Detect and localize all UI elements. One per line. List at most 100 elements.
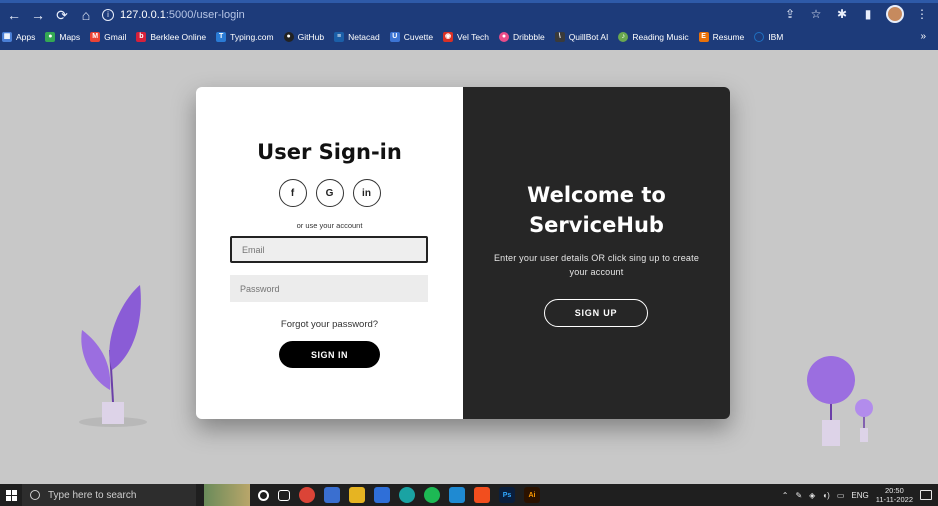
dribbble-icon: ●: [499, 32, 510, 42]
github-icon: ●: [283, 32, 294, 42]
sign-in-button[interactable]: SIGN IN: [279, 341, 380, 368]
browser-chrome: ← → ⟳ ⌂ i 127.0.0.1:5000/user-login ⇪ ☆ …: [0, 0, 938, 50]
taskbar-apps: Ps Ai: [258, 487, 540, 503]
vscode-icon[interactable]: [449, 487, 465, 503]
bookmark-label: Netacad: [348, 32, 380, 42]
figma-icon[interactable]: [474, 487, 490, 503]
resume-icon: E: [698, 32, 709, 42]
extensions-icon[interactable]: ✱: [834, 7, 850, 21]
use-account-text: or use your account: [296, 221, 363, 230]
bookmark-berklee[interactable]: b Berklee Online: [136, 32, 206, 42]
page-body: User Sign-in f G in or use your account …: [0, 50, 938, 484]
bookmark-reading-music[interactable]: ♪ Reading Music: [618, 32, 689, 42]
notification-icon[interactable]: [920, 490, 932, 500]
pen-icon[interactable]: ✎: [795, 491, 802, 500]
weather-widget-icon[interactable]: [204, 484, 250, 506]
social-login-group: f G in: [196, 179, 463, 207]
network-icon[interactable]: ◈: [809, 491, 815, 500]
bookmark-label: Vel Tech: [457, 32, 490, 42]
clock[interactable]: 20:50 11-11-2022: [876, 486, 913, 504]
signin-title: User Sign-in: [257, 140, 402, 164]
side-panel-icon[interactable]: ▮: [860, 7, 876, 21]
home-icon[interactable]: ⌂: [76, 5, 96, 25]
battery-icon[interactable]: ▭: [837, 491, 845, 500]
reading-music-icon: ♪: [618, 32, 629, 42]
berklee-icon: b: [136, 32, 147, 42]
quillbot-icon: \: [554, 32, 565, 42]
facebook-icon[interactable]: f: [278, 179, 307, 207]
bookmark-maps[interactable]: ● Maps: [45, 32, 80, 42]
linkedin-icon[interactable]: in: [352, 179, 381, 207]
bookmark-apps[interactable]: ▦ Apps: [2, 32, 35, 42]
password-field[interactable]: [230, 275, 428, 302]
bookmarks-bar: ▦ Apps ● Maps M Gmail b Berklee Online T Typi…: [0, 27, 938, 47]
typing-icon: T: [216, 32, 227, 42]
bookmark-netacad[interactable]: ≡ Netacad: [334, 32, 380, 42]
system-tray: ⌃ ✎ ◈ ◖) ▭ ENG 20:50 11-11-2022: [782, 484, 932, 506]
tray-overflow-icon[interactable]: ⌃: [782, 491, 789, 500]
bookmark-label: Maps: [59, 32, 81, 42]
share-icon[interactable]: ⇪: [782, 7, 798, 21]
bookmark-github[interactable]: ● GitHub: [283, 32, 324, 42]
photoshop-icon[interactable]: Ps: [499, 487, 515, 503]
url-host: 127.0.0.1: [120, 9, 166, 21]
menu-kebab-icon[interactable]: ⋮: [914, 7, 930, 21]
spotify-icon[interactable]: [424, 487, 440, 503]
bookmark-dribbble[interactable]: ● Dribbble: [499, 32, 545, 42]
taskbar-search-input[interactable]: Type here to search: [22, 484, 196, 506]
bookmark-typing[interactable]: T Typing.com: [216, 32, 274, 42]
browser-toolbar: ⇪ ☆ ✱ ▮ ⋮: [782, 5, 930, 23]
url-input[interactable]: i 127.0.0.1:5000/user-login: [102, 5, 802, 25]
back-icon[interactable]: ←: [4, 5, 24, 25]
bookmark-label: Typing.com: [230, 32, 274, 42]
bookmark-label: Cuvette: [403, 32, 434, 42]
sign-up-button[interactable]: SIGN UP: [544, 299, 648, 327]
store-icon[interactable]: [324, 487, 340, 503]
reload-icon[interactable]: ⟳: [52, 5, 72, 25]
bookmark-cuvette[interactable]: U Cuvette: [389, 32, 434, 42]
google-icon[interactable]: G: [315, 179, 344, 207]
forgot-password-link[interactable]: Forgot your password?: [196, 319, 463, 330]
chrome-icon[interactable]: [299, 487, 315, 503]
taskbar-search-placeholder: Type here to search: [48, 489, 137, 501]
netacad-icon: ≡: [334, 32, 345, 42]
plant-illustration-right: [807, 356, 873, 446]
bookmark-label: Dribbble: [513, 32, 545, 42]
volume-icon[interactable]: ◖): [822, 491, 830, 500]
plant-illustration-left: [79, 285, 147, 427]
signin-panel: User Sign-in f G in or use your account …: [196, 87, 463, 419]
windows-start-icon[interactable]: [0, 484, 22, 506]
bookmark-ibm[interactable]: IBM: [754, 32, 783, 42]
task-view-icon[interactable]: [278, 489, 290, 501]
edge-icon[interactable]: [399, 487, 415, 503]
bookmarks-overflow-icon[interactable]: »: [920, 27, 926, 47]
cortana-icon[interactable]: [258, 489, 269, 501]
bookmark-label: IBM: [768, 32, 784, 42]
file-explorer-icon[interactable]: [349, 487, 365, 503]
bookmark-resume[interactable]: E Resume: [698, 32, 745, 42]
welcome-line-1: Welcome to: [527, 183, 666, 207]
clock-time: 20:50: [884, 486, 904, 495]
mail-icon[interactable]: [374, 487, 390, 503]
bookmark-gmail[interactable]: M Gmail: [90, 32, 126, 42]
illustrator-icon[interactable]: Ai: [524, 487, 540, 503]
ibm-icon: [754, 32, 765, 42]
profile-avatar[interactable]: [886, 5, 904, 23]
clock-date: 11-11-2022: [875, 495, 913, 504]
bookmark-star-icon[interactable]: ☆: [808, 7, 824, 21]
language-indicator[interactable]: ENG: [851, 491, 868, 500]
windows-taskbar: Type here to search Ps Ai ⌃ ✎ ◈ ◖) ▭ ENG…: [0, 484, 938, 506]
gmail-icon: M: [90, 32, 101, 42]
forward-icon[interactable]: →: [28, 5, 48, 25]
bookmark-label: Resume: [712, 32, 745, 42]
bookmark-label: Apps: [16, 32, 36, 42]
apps-icon: ▦: [2, 32, 12, 42]
address-bar: ← → ⟳ ⌂ i 127.0.0.1:5000/user-login ⇪ ☆ …: [0, 3, 938, 27]
auth-card: User Sign-in f G in or use your account …: [196, 87, 730, 419]
bookmark-label: Gmail: [104, 32, 127, 42]
site-info-icon[interactable]: i: [102, 9, 114, 21]
bookmark-quillbot[interactable]: \ QuillBot AI: [554, 32, 608, 42]
url-path: :5000/user-login: [165, 9, 245, 21]
bookmark-veltech[interactable]: ◉ Vel Tech: [443, 32, 489, 42]
email-field[interactable]: [230, 236, 428, 263]
